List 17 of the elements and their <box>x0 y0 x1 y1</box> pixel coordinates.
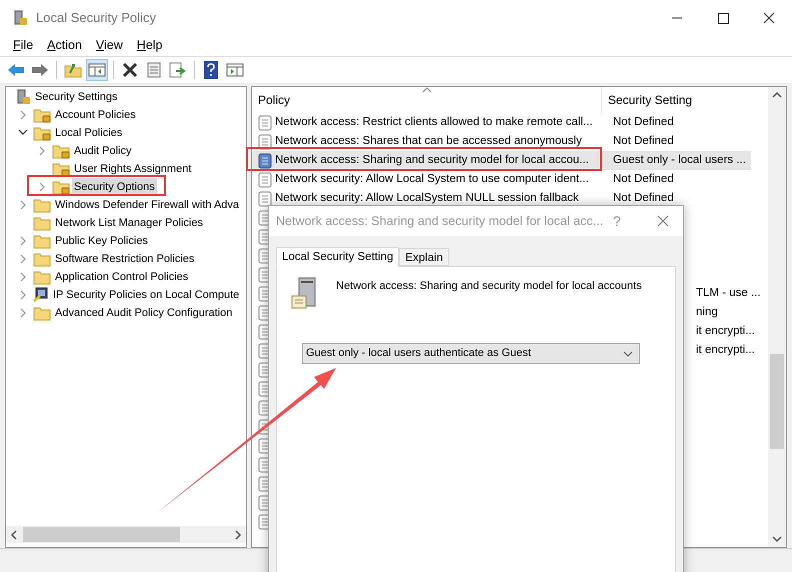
window-title: Local Security Policy <box>36 8 157 27</box>
table-cell: Network security: Allow LocalSystem NULL session fallback <box>275 192 579 204</box>
table-cell-text: Not Defined <box>613 114 674 130</box>
table-cell-text: Guest only - local users ... <box>613 152 746 168</box>
table-cell-text: ning <box>696 304 718 320</box>
table-cell-text: Not Defined <box>613 172 674 187</box>
table-cell: Network access: Sharing and security model for local accou... <box>275 154 589 166</box>
table-cell-text: it encrypti... <box>696 324 755 339</box>
table-cell: Network access: Shares that can be accessed anonymously <box>275 134 582 147</box>
table-cell: Network access: Restrict clients allowed to make remote call... <box>275 116 593 128</box>
table-cell: Network security: Allow Local System to use computer ident... <box>275 172 589 185</box>
table-cell-text: TLM - use ... <box>696 286 761 301</box>
table-cell-text: Not Defined <box>613 190 674 206</box>
table-cell-text: it encrypti... <box>696 342 755 358</box>
table-cell-text: Not Defined <box>613 134 674 149</box>
dialog-title: Network access: Sharing and security model for local acc... <box>276 212 604 230</box>
policy-description: Network access: Sharing and security model for local accounts <box>336 279 642 294</box>
